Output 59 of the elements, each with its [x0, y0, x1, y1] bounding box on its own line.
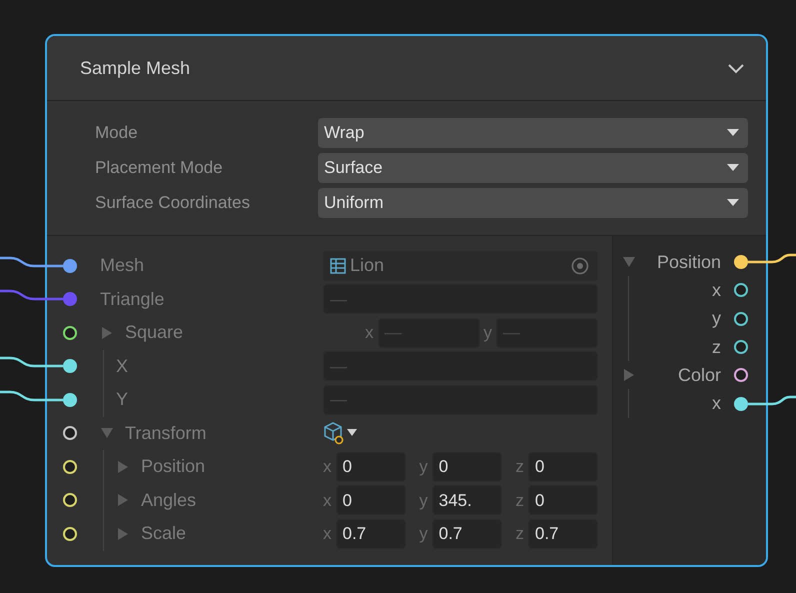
input-field[interactable]: 0: [528, 452, 598, 482]
wire: [748, 395, 796, 405]
node-title: Sample Mesh: [80, 56, 190, 80]
axis-label: x: [365, 322, 374, 344]
input-field[interactable]: 0: [336, 485, 406, 516]
dropdown[interactable]: Wrap: [318, 118, 748, 148]
port-label: x: [711, 392, 722, 416]
input-field[interactable]: 0.7: [528, 518, 598, 549]
target-icon[interactable]: [571, 256, 589, 275]
axis-label: y: [484, 322, 492, 344]
axis-label: x: [323, 523, 332, 545]
object-name: Lion: [350, 254, 386, 278]
input-field[interactable]: 0: [528, 485, 598, 516]
space-selector[interactable]: [323, 420, 357, 446]
axis-label: y: [419, 456, 428, 478]
axis-label: z: [516, 523, 524, 545]
dropdown-arrow-icon: [727, 164, 739, 172]
setting-label: Placement Mode: [95, 157, 224, 180]
axis-label: x: [323, 490, 332, 512]
port-label: Position: [656, 250, 722, 274]
input-field[interactable]: 345.: [432, 485, 502, 516]
port-label: Transform: [125, 422, 206, 445]
caret-icon: [347, 429, 357, 438]
chevron-down-icon[interactable]: [726, 62, 746, 74]
port-label: Triangle: [100, 288, 164, 311]
port-label: Color: [676, 364, 722, 387]
object-field[interactable]: Lion: [323, 250, 598, 281]
port-label: Y: [116, 388, 128, 412]
axis-label: y: [419, 490, 428, 512]
port-label: Scale: [141, 522, 186, 546]
wire: [0, 357, 63, 368]
port-label: X: [116, 354, 128, 378]
setting-label: Surface Coordinates: [95, 192, 251, 214]
input-field[interactable]: 0.7: [336, 518, 406, 549]
port-label: y: [711, 307, 722, 330]
axis-label: z: [516, 490, 524, 512]
wire: [748, 254, 796, 264]
axis-label: y: [419, 523, 428, 545]
input-field[interactable]: 0: [432, 452, 502, 482]
input-field[interactable]: 0: [336, 452, 406, 482]
axis-label: x: [323, 456, 332, 478]
port-label: Position: [141, 455, 206, 478]
port-label: Mesh: [100, 254, 144, 278]
dropdown-arrow-icon: [727, 199, 739, 207]
setting-label: Mode: [95, 122, 139, 144]
wire: [0, 390, 63, 401]
wire: [0, 290, 63, 300]
port-label: x: [711, 278, 722, 302]
dropdown[interactable]: Surface: [318, 153, 748, 183]
dropdown[interactable]: Uniform: [318, 188, 748, 218]
input-field[interactable]: 0.7: [432, 518, 502, 549]
port-label: Square: [125, 321, 184, 344]
axis-label: z: [516, 456, 524, 478]
cube-icon: [323, 421, 345, 446]
grid-icon: [330, 258, 346, 274]
wire: [0, 256, 63, 267]
dropdown-arrow-icon: [727, 129, 739, 137]
port-label: z: [711, 336, 722, 359]
port-label: Angles: [141, 488, 196, 512]
